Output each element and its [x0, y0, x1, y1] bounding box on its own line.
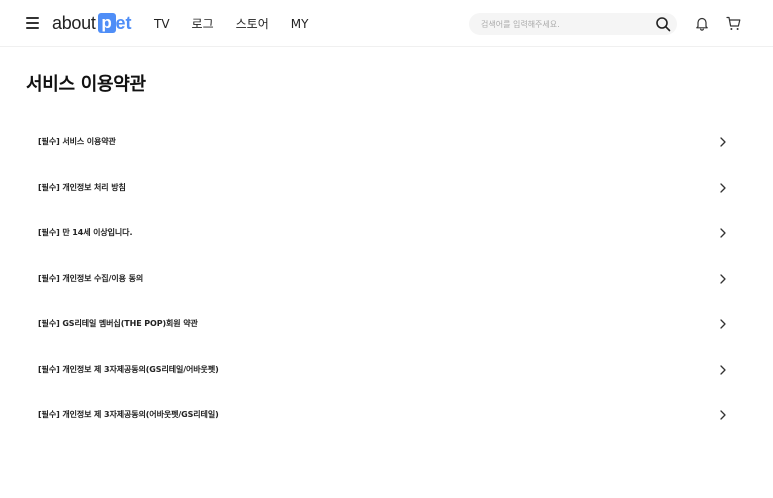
term-label: [필수] 개인정보 제 3자제공동의(GS리테일/어바웃펫) [38, 364, 219, 374]
main-nav: TV 로그 스토어 MY [154, 16, 330, 32]
term-item-third-party-gs-to-aboutpet[interactable]: [필수] 개인정보 제 3자제공동의(GS리테일/어바웃펫) [26, 347, 746, 393]
logo-text-et: et [115, 13, 132, 33]
term-label: [필수] 개인정보 제 3자제공동의(어바웃펫/GS리테일) [38, 410, 219, 419]
page-title: 서비스 이용약관 [26, 74, 146, 95]
chevron-right-icon [720, 319, 726, 329]
search-box [469, 13, 677, 35]
chevron-right-icon [720, 364, 726, 375]
bell-icon[interactable] [695, 16, 709, 31]
term-item-age-14[interactable]: [필수] 만 14세 이상입니다. [26, 210, 746, 256]
nav-store[interactable]: 스토어 [236, 16, 269, 32]
chevron-right-icon [720, 273, 726, 284]
about-pet-logo[interactable]: about p et [52, 11, 132, 35]
search-input[interactable] [481, 13, 646, 35]
menu-icon[interactable] [26, 17, 39, 29]
term-item-privacy-collection[interactable]: [필수] 개인정보 수집/이용 동의 [26, 256, 746, 302]
chevron-right-icon [720, 228, 726, 238]
top-header: about p et TV 로그 스토어 MY [0, 0, 773, 47]
term-label: [필수] 서비스 이용약관 [38, 137, 116, 146]
logo-p-mark: p [97, 13, 116, 33]
term-item-service[interactable]: [필수] 서비스 이용약관 [26, 119, 746, 165]
term-item-third-party-aboutpet-to-gs[interactable]: [필수] 개인정보 제 3자제공동의(어바웃펫/GS리테일) [26, 392, 746, 438]
cart-icon[interactable] [726, 16, 741, 31]
chevron-right-icon [720, 182, 726, 193]
search-icon[interactable] [655, 16, 671, 32]
nav-tv[interactable]: TV [154, 16, 170, 32]
term-label: [필수] 개인정보 처리 방침 [38, 182, 126, 192]
nav-my[interactable]: MY [291, 16, 309, 32]
chevron-right-icon [720, 137, 726, 147]
term-item-privacy-policy[interactable]: [필수] 개인정보 처리 방침 [26, 165, 746, 211]
nav-log[interactable]: 로그 [192, 16, 214, 32]
term-label: [필수] 만 14세 이상입니다. [38, 228, 133, 237]
terms-list: [필수] 서비스 이용약관 [필수] 개인정보 처리 방침 [필수] 만 14세… [26, 119, 746, 438]
term-item-gs-membership[interactable]: [필수] GS리테일 멤버십(THE POP)회원 약관 [26, 301, 746, 347]
logo-text-about: about [52, 13, 96, 33]
term-label: [필수] GS리테일 멤버십(THE POP)회원 약관 [38, 319, 198, 328]
chevron-right-icon [720, 410, 726, 420]
term-label: [필수] 개인정보 수집/이용 동의 [38, 273, 144, 283]
